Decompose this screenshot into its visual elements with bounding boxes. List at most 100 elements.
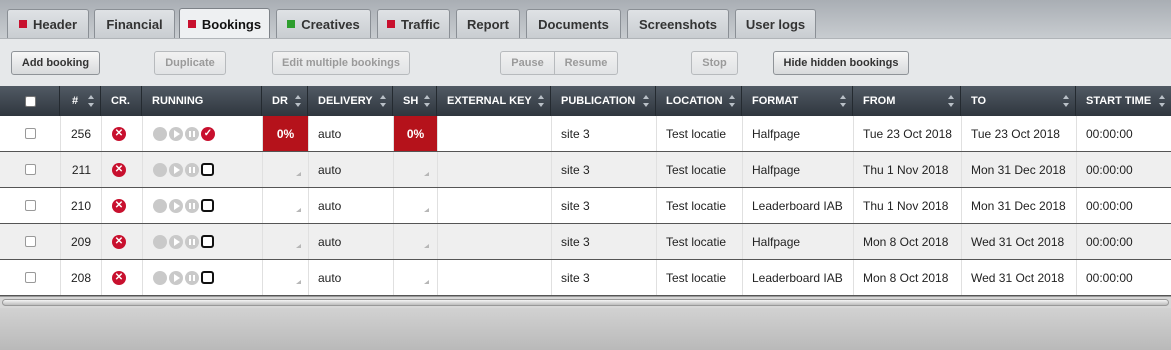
column-header-cr[interactable]: CR. [101,86,142,116]
sort-icon [295,95,302,107]
pause-button[interactable]: Pause [500,51,555,75]
location-cell: Test locatie [666,234,727,249]
status-marker-icon [287,20,296,28]
location-cell: Test locatie [666,270,727,285]
column-header-publication[interactable]: PUBLICATION [551,86,656,116]
table-row[interactable]: 211 ✕ auto site 3 Test locatie Halfpage Thu 1 … [0,152,1171,188]
tab-screenshots[interactable]: Screenshots [627,9,729,38]
select-all-checkbox[interactable] [25,95,36,107]
column-header-sh[interactable]: SH [393,86,437,116]
booking-id: 211 [71,162,91,177]
expand-corner-icon [424,279,429,284]
column-header-start-time[interactable]: START TIME [1076,86,1171,116]
stop-icon[interactable] [201,199,214,212]
record-icon[interactable] [153,162,167,177]
row-checkbox[interactable] [25,236,36,247]
record-icon[interactable] [153,198,167,213]
tab-documents[interactable]: Documents [526,9,621,38]
format-cell: Halfpage [752,126,801,141]
external-key-cell [447,260,547,295]
column-divider [961,116,962,151]
column-divider [101,188,102,223]
share-cell: 0% [394,116,437,151]
column-header-from[interactable]: FROM [853,86,961,116]
row-checkbox[interactable] [25,164,36,175]
column-divider [142,224,143,259]
sort-icon [538,95,545,107]
edit-multiple-bookings-button[interactable]: Edit multiple bookings [272,51,410,75]
play-icon[interactable] [169,270,183,285]
table-header: # CR. RUNNING DR DELIVERY SH EXTERNAL KE… [0,86,1171,116]
play-icon[interactable] [169,198,183,213]
stop-icon[interactable] [201,235,214,248]
tab-user-logs[interactable]: User logs [735,9,816,38]
record-icon[interactable] [153,270,167,285]
column-divider [1076,188,1077,223]
column-divider [961,224,962,259]
creative-error-icon: ✕ [112,270,126,285]
duplicate-button[interactable]: Duplicate [154,51,226,75]
tab-label: Report [467,16,509,32]
pause-icon[interactable] [185,198,199,213]
scrollbar-thumb[interactable] [2,299,1169,306]
add-booking-button[interactable]: Add booking [11,51,100,75]
column-header-format[interactable]: FORMAT [742,86,853,116]
tab-traffic[interactable]: Traffic [377,9,450,38]
tab-bar: Header Financial Bookings Creatives Traf… [0,0,1171,39]
tab-financial[interactable]: Financial [94,9,175,38]
column-header-external-key[interactable]: EXTERNAL KEY [437,86,551,116]
publication-cell: site 3 [561,126,590,141]
play-icon[interactable] [169,126,183,141]
column-divider [853,224,854,259]
pause-icon[interactable] [185,270,199,285]
publication-cell: site 3 [561,198,590,213]
tab-report[interactable]: Report [456,9,520,38]
table-row[interactable]: 208 ✕ auto site 3 Test locatie Leaderboard IA… [0,260,1171,296]
sort-icon [948,95,955,107]
stop-icon[interactable] [201,163,214,176]
format-cell: Halfpage [752,234,801,249]
stop-icon[interactable] [201,271,214,284]
column-divider [393,260,394,295]
row-checkbox[interactable] [25,200,36,211]
pause-icon[interactable] [185,162,199,177]
column-header-running[interactable]: RUNNING [142,86,262,116]
resume-button[interactable]: Resume [554,51,618,75]
column-header-location[interactable]: LOCATION [656,86,742,116]
play-icon[interactable] [169,162,183,177]
row-checkbox[interactable] [25,272,36,283]
check-icon: ✓ [201,126,215,141]
table-row[interactable]: 210 ✕ auto site 3 Test locatie Leaderboard IA… [0,188,1171,224]
play-icon[interactable] [169,234,183,249]
column-divider [551,224,552,259]
column-header-dr[interactable]: DR [262,86,308,116]
record-icon[interactable] [153,234,167,249]
tab-label: Bookings [201,16,262,32]
external-key-cell [447,224,547,259]
delivery-cell: auto [318,270,342,285]
tab-creatives[interactable]: Creatives [276,9,371,38]
column-divider [437,188,438,223]
column-divider [142,152,143,187]
column-divider [393,188,394,223]
column-header-number[interactable]: # [60,86,101,116]
record-icon[interactable] [153,126,167,141]
column-header-to[interactable]: TO [961,86,1076,116]
from-date-cell: Mon 8 Oct 2018 [863,270,949,285]
hide-hidden-bookings-button[interactable]: Hide hidden bookings [773,51,909,75]
horizontal-scrollbar[interactable] [0,296,1171,308]
status-marker-icon [18,20,27,28]
pause-icon[interactable] [185,126,199,141]
tab-bookings[interactable]: Bookings [179,8,270,39]
column-divider [742,188,743,223]
pause-icon[interactable] [185,234,199,249]
row-checkbox[interactable] [25,128,36,139]
sort-icon [1063,95,1070,107]
column-divider [308,116,309,151]
column-divider [393,152,394,187]
table-row[interactable]: 209 ✕ auto site 3 Test locatie Halfpage Mon 8 … [0,224,1171,260]
column-header-delivery[interactable]: DELIVERY [308,86,393,116]
table-row[interactable]: 256 ✕ ✓ 0% auto 0% site 3 Test locatie Halfpage T… [0,116,1171,152]
tab-header[interactable]: Header [7,9,89,38]
stop-button[interactable]: Stop [691,51,738,75]
